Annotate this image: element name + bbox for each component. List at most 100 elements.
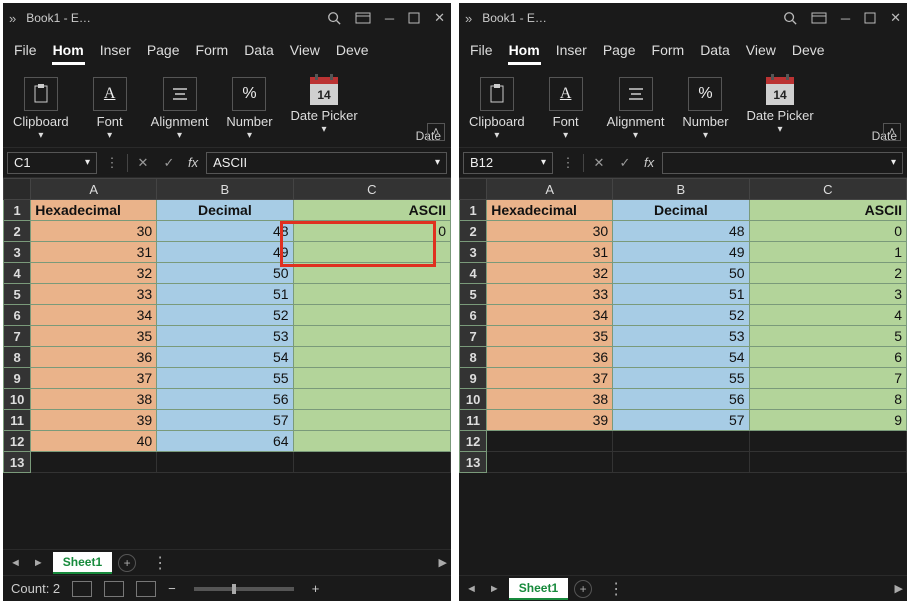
col-header-B[interactable]: B [157, 179, 293, 200]
collapse-ribbon-icon[interactable]: ˄ [427, 123, 445, 141]
cell[interactable]: 38 [31, 389, 157, 410]
row-header[interactable]: 10 [460, 389, 487, 410]
cell[interactable]: 55 [157, 368, 293, 389]
row-header[interactable]: 11 [460, 410, 487, 431]
chevron-down-icon[interactable]: ▾ [778, 124, 783, 135]
name-box[interactable]: C1▾ [7, 152, 97, 174]
chevron-down-icon[interactable]: ▾ [177, 130, 182, 141]
cell[interactable]: 64 [157, 431, 293, 452]
row-header[interactable]: 9 [460, 368, 487, 389]
chevron-down-icon[interactable]: ▾ [633, 130, 638, 141]
cell[interactable] [293, 410, 450, 431]
zoom-in-icon[interactable]: + [312, 581, 320, 596]
minimize-icon[interactable]: ─ [385, 11, 394, 26]
tab-nav-next-icon[interactable]: ► [30, 557, 47, 569]
cell[interactable]: Hexadecimal [31, 200, 157, 221]
cell[interactable]: 4 [749, 305, 906, 326]
row-header[interactable]: 8 [4, 347, 31, 368]
cell[interactable]: 30 [31, 221, 157, 242]
cell[interactable]: 1 [749, 242, 906, 263]
ribbon-group-font[interactable]: A Font ▾ [533, 73, 599, 145]
formula-input[interactable]: ASCII ▾ [206, 152, 447, 174]
cell[interactable]: 9 [749, 410, 906, 431]
cell[interactable]: 35 [31, 326, 157, 347]
menu-form[interactable]: Form [645, 38, 692, 62]
chevron-down-icon[interactable]: ▾ [38, 130, 43, 141]
row-header[interactable]: 7 [4, 326, 31, 347]
row-header[interactable]: 1 [460, 200, 487, 221]
chevron-down-icon[interactable]: ▾ [541, 157, 546, 168]
row-header[interactable]: 6 [460, 305, 487, 326]
add-sheet-icon[interactable]: + [574, 580, 592, 598]
sheet-tab[interactable]: Sheet1 [53, 552, 112, 574]
chevron-down-icon[interactable]: ▾ [85, 157, 90, 168]
search-icon[interactable] [783, 11, 797, 25]
row-header[interactable]: 13 [4, 452, 31, 473]
cell[interactable]: 51 [157, 284, 293, 305]
maximize-icon[interactable] [864, 12, 876, 24]
select-all-corner[interactable] [4, 179, 31, 200]
row-header[interactable]: 12 [4, 431, 31, 452]
ribbon-group-alignment[interactable]: Alignment ▾ [601, 73, 671, 145]
cell[interactable]: 54 [613, 347, 749, 368]
cell[interactable]: 52 [157, 305, 293, 326]
collapse-ribbon-icon[interactable]: ˄ [883, 123, 901, 141]
row-header[interactable]: 10 [4, 389, 31, 410]
view-page-icon[interactable] [104, 581, 124, 597]
cell[interactable] [613, 431, 749, 452]
ribbon-mode-icon[interactable] [355, 12, 371, 24]
cell[interactable] [293, 389, 450, 410]
cell[interactable]: 34 [31, 305, 157, 326]
row-header[interactable]: 8 [460, 347, 487, 368]
cell[interactable]: ASCII [293, 200, 450, 221]
cell[interactable]: 56 [613, 389, 749, 410]
cell[interactable]: 55 [613, 368, 749, 389]
cell[interactable]: 2 [749, 263, 906, 284]
cell[interactable]: 36 [31, 347, 157, 368]
cell[interactable] [749, 431, 906, 452]
spreadsheet-grid[interactable]: ABC1HexadecimalDecimalASCII2304803314914… [459, 178, 907, 575]
cell[interactable]: 50 [613, 263, 749, 284]
search-icon[interactable] [327, 11, 341, 25]
menu-view[interactable]: View [283, 38, 327, 62]
cell[interactable]: 38 [487, 389, 613, 410]
tab-nav-prev-icon[interactable]: ◄ [7, 557, 24, 569]
cell[interactable] [293, 263, 450, 284]
cell[interactable] [157, 452, 293, 473]
cell[interactable]: 40 [31, 431, 157, 452]
cell[interactable] [613, 452, 749, 473]
cell[interactable]: 39 [487, 410, 613, 431]
ribbon-group-number[interactable]: % Number ▾ [672, 73, 738, 145]
row-header[interactable]: 1 [4, 200, 31, 221]
more-icon[interactable]: ⋮ [557, 152, 579, 174]
cell[interactable]: Hexadecimal [487, 200, 613, 221]
row-header[interactable]: 5 [460, 284, 487, 305]
minimize-icon[interactable]: ─ [841, 11, 850, 26]
cell[interactable]: ASCII [749, 200, 906, 221]
menu-form[interactable]: Form [189, 38, 236, 62]
chevron-down-icon[interactable]: ▾ [703, 130, 708, 141]
cancel-formula-icon[interactable]: ✕ [588, 152, 610, 174]
more-icon[interactable]: ⋮ [101, 152, 123, 174]
scroll-right-icon[interactable]: ▶ [895, 582, 903, 595]
cell[interactable] [31, 452, 157, 473]
cell[interactable] [293, 452, 450, 473]
menu-page[interactable]: Page [140, 38, 187, 62]
cell[interactable]: 50 [157, 263, 293, 284]
chevron-down-icon[interactable]: ▾ [891, 157, 896, 168]
ribbon-group-datepicker[interactable]: 14 Date Picker ▾ [740, 73, 819, 139]
ribbon-mode-icon[interactable] [811, 12, 827, 24]
cell[interactable] [293, 347, 450, 368]
row-header[interactable]: 12 [460, 431, 487, 452]
ribbon-group-number[interactable]: % Number ▾ [216, 73, 282, 145]
chevron-down-icon[interactable]: ▾ [494, 130, 499, 141]
more-icon[interactable]: ⋮ [608, 579, 624, 599]
zoom-out-icon[interactable]: − [168, 581, 176, 596]
cell[interactable]: 35 [487, 326, 613, 347]
cell[interactable]: 49 [157, 242, 293, 263]
maximize-icon[interactable] [408, 12, 420, 24]
cell[interactable]: 34 [487, 305, 613, 326]
cell[interactable] [293, 305, 450, 326]
cell[interactable]: 32 [31, 263, 157, 284]
col-header-B[interactable]: B [613, 179, 749, 200]
